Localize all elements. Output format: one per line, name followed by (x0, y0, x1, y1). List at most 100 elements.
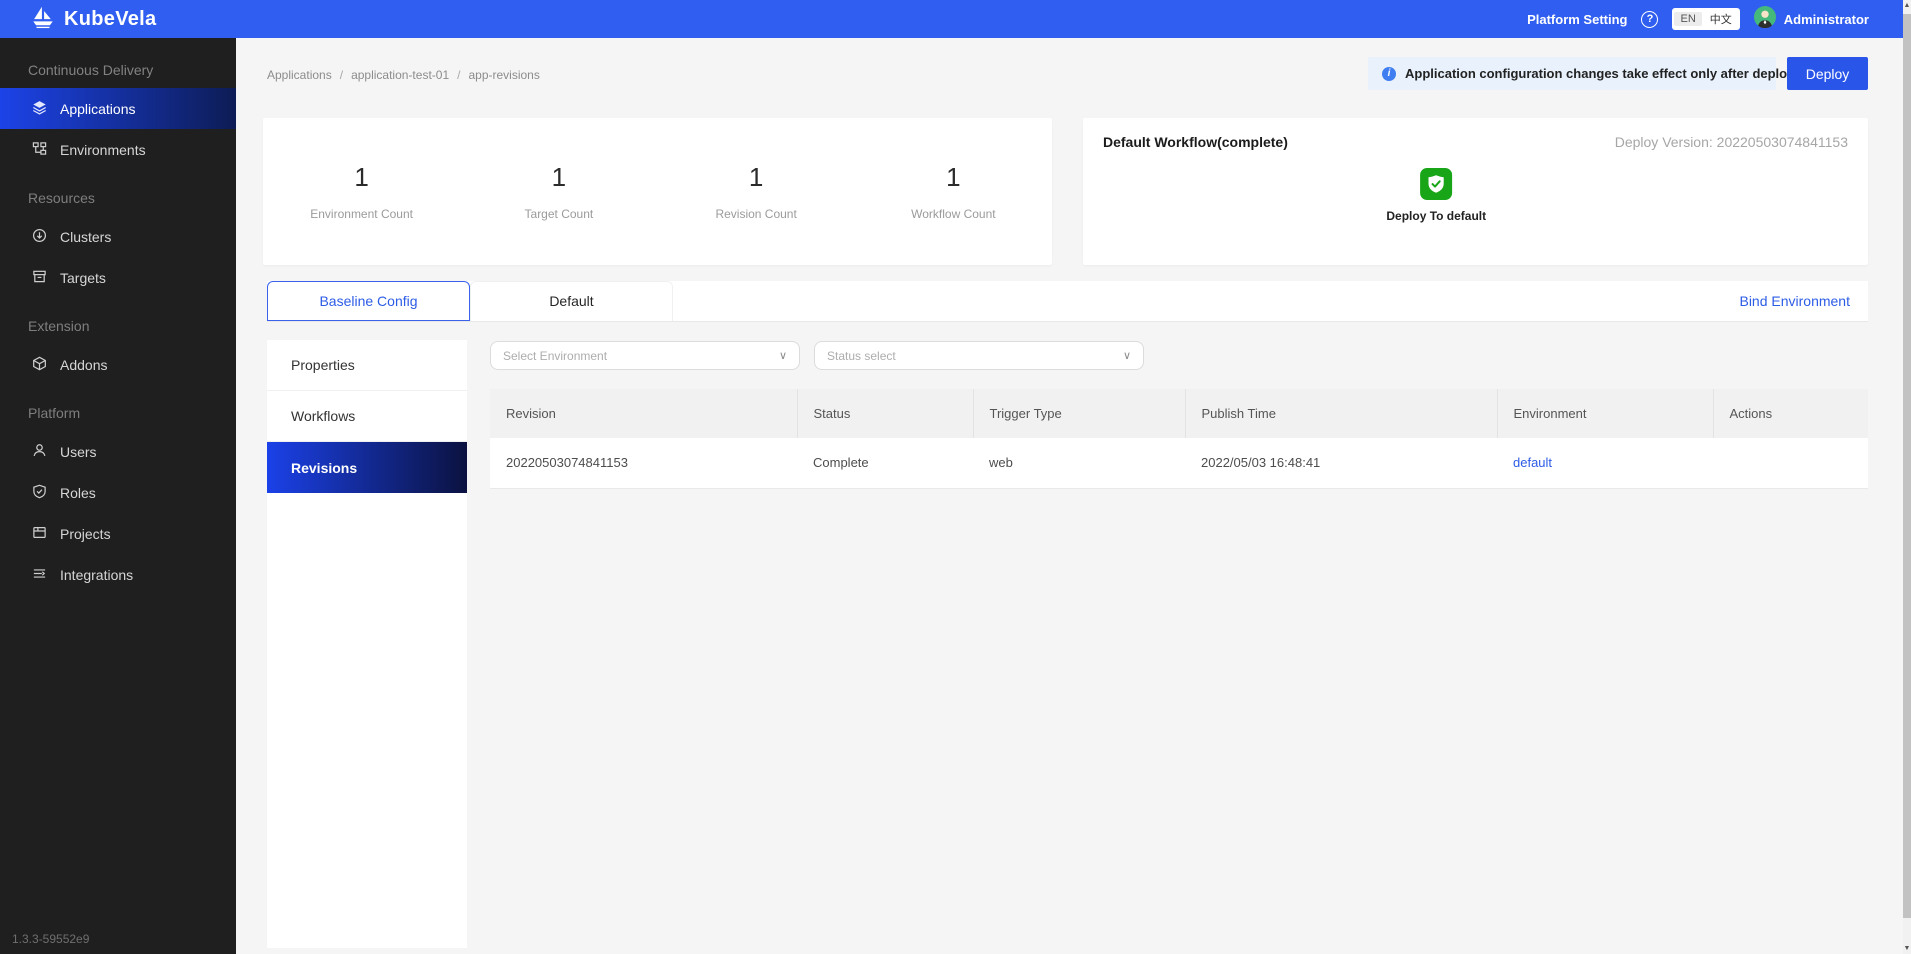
sidebar: Continuous Delivery Applications Environ… (0, 38, 236, 954)
column-revision: Revision (490, 389, 797, 438)
status-select[interactable]: Status select ∨ (814, 341, 1144, 370)
archive-icon (32, 269, 47, 287)
sidebar-section-resources: Resources (0, 170, 236, 216)
tab-baseline-config[interactable]: Baseline Config (267, 281, 470, 321)
avatar (1754, 6, 1776, 33)
scroll-up-icon[interactable]: ▲ (1903, 2, 1911, 9)
revisions-table: Revision Status Trigger Type Publish Tim… (490, 389, 1868, 489)
top-bar: KubeVela Platform Setting ? EN 中文 Admini… (0, 0, 1903, 38)
chevron-down-icon: ∨ (779, 349, 787, 362)
cell-actions (1713, 438, 1868, 488)
check-badge-icon (1420, 168, 1452, 200)
language-switcher[interactable]: EN 中文 (1672, 8, 1739, 30)
sidebar-section-extension: Extension (0, 298, 236, 344)
stat-workflow-count: 1 Workflow Count (855, 162, 1052, 221)
sidebar-item-environments[interactable]: Environments (0, 129, 236, 170)
subnav-item-revisions[interactable]: Revisions (267, 442, 467, 493)
sidebar-item-clusters[interactable]: Clusters (0, 216, 236, 257)
sidebar-item-users[interactable]: Users (0, 431, 236, 472)
scroll-down-icon[interactable]: ▼ (1903, 945, 1911, 952)
subnav-item-workflows[interactable]: Workflows (267, 391, 467, 442)
sidebar-item-applications[interactable]: Applications (0, 88, 236, 129)
app-version: 1.3.3-59552e9 (12, 932, 89, 946)
sidebar-item-label: Roles (60, 485, 96, 501)
sidebar-item-label: Projects (60, 526, 111, 542)
workflow-title: Default Workflow(complete) (1103, 134, 1288, 150)
user-menu[interactable]: Administrator (1754, 6, 1869, 33)
stat-target-count: 1 Target Count (460, 162, 657, 221)
breadcrumb: Applications / application-test-01 / app… (267, 68, 540, 82)
banner-text: Application configuration changes take e… (1405, 66, 1794, 81)
environment-select-placeholder: Select Environment (503, 349, 607, 363)
user-name: Administrator (1784, 12, 1869, 27)
breadcrumb-applications[interactable]: Applications (267, 68, 332, 82)
sidebar-item-targets[interactable]: Targets (0, 257, 236, 298)
breadcrumb-separator: / (457, 68, 460, 82)
sidebar-item-label: Integrations (60, 567, 133, 583)
user-icon (32, 443, 47, 461)
sidebar-item-label: Clusters (60, 229, 111, 245)
breadcrumb-page[interactable]: app-revisions (468, 68, 539, 82)
window-icon (32, 525, 47, 543)
shield-icon (32, 484, 47, 502)
sidebar-item-label: Addons (60, 357, 107, 373)
stat-value: 1 (855, 162, 1052, 193)
breadcrumb-app[interactable]: application-test-01 (351, 68, 449, 82)
breadcrumb-separator: / (340, 68, 343, 82)
layers-icon (32, 100, 47, 118)
revision-filters: Select Environment ∨ Status select ∨ (490, 341, 1144, 370)
stat-label: Environment Count (263, 207, 460, 221)
platform-setting-link[interactable]: Platform Setting (1527, 12, 1627, 27)
sailboat-icon (30, 4, 56, 35)
deploy-notice-banner: i Application configuration changes take… (1368, 57, 1776, 90)
column-actions: Actions (1713, 389, 1868, 438)
sidebar-item-label: Applications (60, 101, 136, 117)
status-select-placeholder: Status select (827, 349, 896, 363)
config-subnav: Properties Workflows Revisions (267, 340, 467, 948)
subnav-item-properties[interactable]: Properties (267, 340, 467, 391)
table-header-row: Revision Status Trigger Type Publish Tim… (490, 389, 1868, 438)
sidebar-item-roles[interactable]: Roles (0, 472, 236, 513)
stat-value: 1 (263, 162, 460, 193)
deploy-version: Deploy Version: 20220503074841153 (1615, 134, 1848, 150)
cluster-icon (32, 228, 47, 246)
column-trigger-type: Trigger Type (973, 389, 1185, 438)
stat-label: Target Count (460, 207, 657, 221)
stat-value: 1 (460, 162, 657, 193)
table-row: 20220503074841153 Complete web 2022/05/0… (490, 438, 1868, 488)
main-content: Applications / application-test-01 / app… (236, 38, 1903, 954)
workflow-step-deploy-to-default[interactable]: Deploy To default (1386, 168, 1486, 223)
column-environment: Environment (1497, 389, 1713, 438)
bind-environment-link[interactable]: Bind Environment (1739, 293, 1868, 309)
vertical-scrollbar[interactable]: ▲ ▼ (1903, 0, 1911, 954)
sidebar-item-projects[interactable]: Projects (0, 513, 236, 554)
lang-en[interactable]: EN (1674, 12, 1701, 26)
stat-label: Workflow Count (855, 207, 1052, 221)
cube-icon (32, 356, 47, 374)
lines-icon (32, 566, 47, 584)
help-icon[interactable]: ? (1641, 11, 1658, 28)
stat-value: 1 (658, 162, 855, 193)
sitemap-icon (32, 141, 47, 159)
sidebar-item-addons[interactable]: Addons (0, 344, 236, 385)
stats-card: 1 Environment Count 1 Target Count 1 Rev… (263, 118, 1052, 265)
scrollbar-thumb[interactable] (1903, 14, 1911, 918)
lang-zh[interactable]: 中文 (1704, 10, 1738, 28)
workflow-step-label: Deploy To default (1386, 209, 1486, 223)
stat-label: Revision Count (658, 207, 855, 221)
environment-link[interactable]: default (1513, 455, 1552, 470)
tab-default[interactable]: Default (470, 281, 673, 321)
chevron-down-icon: ∨ (1123, 349, 1131, 362)
workflow-card: Default Workflow(complete) Deploy Versio… (1083, 118, 1868, 265)
sidebar-item-integrations[interactable]: Integrations (0, 554, 236, 595)
cell-publish-time: 2022/05/03 16:48:41 (1185, 438, 1497, 488)
brand-name: KubeVela (64, 8, 156, 31)
deploy-button[interactable]: Deploy (1787, 57, 1868, 90)
brand[interactable]: KubeVela (30, 4, 156, 35)
stat-environment-count: 1 Environment Count (263, 162, 460, 221)
cell-revision: 20220503074841153 (490, 438, 797, 488)
column-status: Status (797, 389, 973, 438)
sidebar-item-label: Users (60, 444, 97, 460)
environment-select[interactable]: Select Environment ∨ (490, 341, 800, 370)
sidebar-item-label: Targets (60, 270, 106, 286)
